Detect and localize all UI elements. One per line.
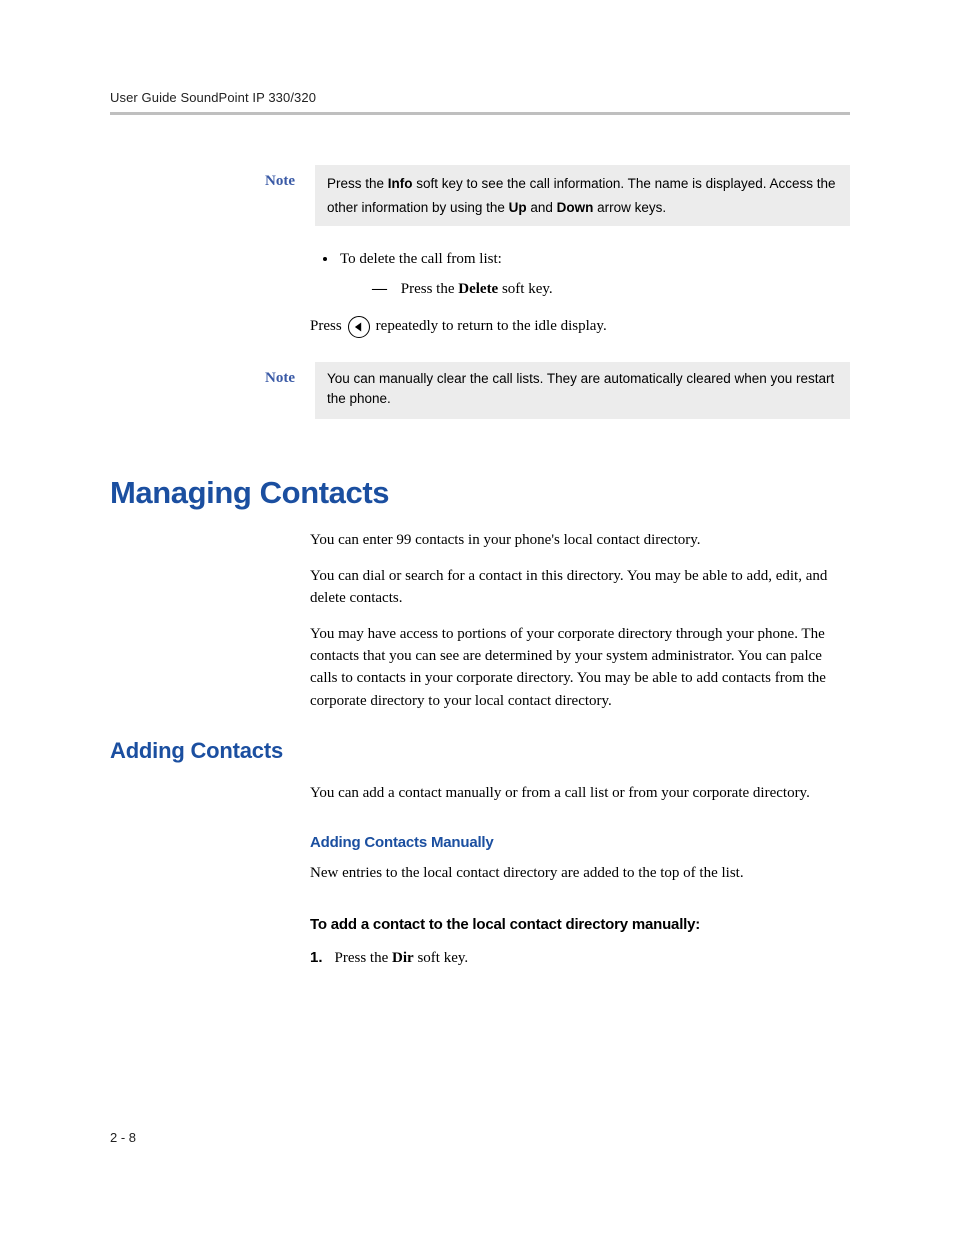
heading-managing-contacts: Managing Contacts (110, 475, 850, 511)
step-1: 1. Press the Dir soft key. (310, 947, 850, 969)
steps-title: To add a contact to the local contact di… (310, 914, 850, 936)
bullet-list: To delete the call from list: — Press th… (338, 248, 850, 301)
text: soft key. (414, 950, 468, 966)
text: and (527, 200, 557, 215)
heading-adding-contacts: Adding Contacts (110, 738, 850, 764)
note-label: Note (110, 165, 315, 190)
managing-contacts-body: You can enter 99 contacts in your phone'… (310, 529, 850, 712)
note-callout-info: Note Press the Info soft key to see the … (110, 165, 850, 226)
text: arrow keys. (593, 200, 666, 215)
paragraph: You can dial or search for a contact in … (310, 565, 850, 609)
step-text: Press the Dir soft key. (335, 947, 469, 969)
text: Press the (335, 950, 393, 966)
text: Press (310, 315, 342, 338)
bold-delete: Delete (458, 281, 498, 297)
paragraph: You can enter 99 contacts in your phone'… (310, 529, 850, 551)
delete-instructions: To delete the call from list: — Press th… (310, 248, 850, 338)
heading-adding-manually: Adding Contacts Manually (310, 832, 850, 854)
bold-up: Up (509, 200, 527, 215)
paragraph: You may have access to portions of your … (310, 623, 850, 712)
back-arrow-key-icon (348, 316, 370, 338)
dash-subitem: — Press the Delete soft key. (372, 278, 850, 301)
step-number: 1. (310, 947, 323, 969)
page-number: 2 - 8 (110, 1130, 136, 1145)
text: repeatedly to return to the idle display… (376, 315, 607, 338)
page: User Guide SoundPoint IP 330/320 Note Pr… (0, 0, 954, 1235)
note-label: Note (110, 362, 315, 387)
note-body: You can manually clear the call lists. T… (315, 362, 850, 419)
press-back-line: Press repeatedly to return to the idle d… (310, 315, 850, 338)
bold-down: Down (557, 200, 594, 215)
text: Press the (327, 176, 388, 191)
text: Press the (401, 281, 459, 297)
bold-info: Info (388, 176, 413, 191)
bold-dir: Dir (392, 950, 414, 966)
note-body: Press the Info soft key to see the call … (315, 165, 850, 226)
adding-contacts-body: You can add a contact manually or from a… (310, 782, 850, 969)
text: soft key. (498, 281, 552, 297)
paragraph: New entries to the local contact directo… (310, 862, 850, 884)
note-callout-clear: Note You can manually clear the call lis… (110, 362, 850, 419)
dash-icon: — (372, 281, 387, 297)
bullet-text: To delete the call from list: (340, 251, 502, 267)
paragraph: You can add a contact manually or from a… (310, 782, 850, 804)
bullet-item: To delete the call from list: — Press th… (338, 248, 850, 301)
running-header: User Guide SoundPoint IP 330/320 (110, 90, 850, 115)
